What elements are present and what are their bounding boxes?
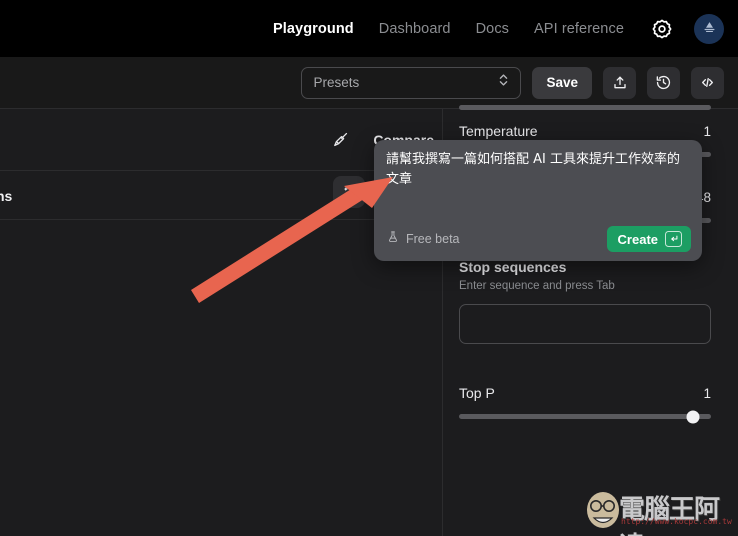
free-beta-label: Free beta: [406, 232, 460, 246]
free-beta-badge: Free beta: [386, 230, 460, 249]
enter-key-icon: [665, 231, 682, 247]
top-p-value: 1: [703, 386, 711, 401]
flask-icon: [386, 230, 400, 249]
nav-link-docs[interactable]: Docs: [476, 21, 509, 37]
top-p-slider[interactable]: [459, 410, 711, 423]
presets-label: Presets: [313, 75, 360, 90]
code-icon[interactable]: [691, 66, 724, 99]
playground-app: Playground Dashboard Docs API reference …: [0, 0, 738, 536]
broom-icon[interactable]: [329, 129, 351, 151]
save-button[interactable]: Save: [532, 66, 592, 99]
setting-stop-sequences: Stop sequences Enter sequence and press …: [459, 259, 711, 344]
prompt-text[interactable]: 請幫我撰寫一篇如何搭配 AI 工具來提升工作效率的文章: [386, 150, 690, 190]
toolbar: Presets Save: [0, 57, 738, 109]
save-button-label: Save: [546, 75, 578, 90]
top-p-header: Top P 1: [459, 385, 711, 401]
top-p-label: Top P: [459, 385, 495, 401]
temperature-label: Temperature: [459, 123, 538, 139]
setting-top-p: Top P 1: [459, 385, 711, 423]
avatar[interactable]: [694, 13, 724, 44]
upload-icon[interactable]: [603, 66, 636, 99]
gear-icon[interactable]: [650, 17, 674, 41]
popup-footer: Free beta Create: [386, 226, 691, 252]
temperature-value: 1: [703, 124, 711, 139]
create-button-label: Create: [617, 231, 658, 247]
chevron-updown-icon: [498, 72, 509, 93]
presets-select[interactable]: Presets: [301, 66, 522, 99]
instructions-label: ns: [0, 187, 13, 204]
sparkle-icon[interactable]: [333, 176, 365, 208]
nav-link-dashboard[interactable]: Dashboard: [379, 21, 451, 37]
stop-sequences-label: Stop sequences: [459, 259, 567, 275]
top-navigation-bar: Playground Dashboard Docs API reference: [0, 0, 738, 57]
create-button[interactable]: Create: [606, 226, 691, 252]
nav-link-playground[interactable]: Playground: [273, 21, 354, 37]
previous-slider-partial[interactable]: [459, 105, 711, 110]
history-icon[interactable]: [647, 66, 680, 99]
stop-sequences-input[interactable]: [459, 304, 711, 344]
nav-links: Playground Dashboard Docs API reference: [273, 21, 624, 37]
temperature-header: Temperature 1: [459, 123, 711, 139]
top-p-slider-thumb[interactable]: [686, 410, 700, 423]
nav-link-api-reference[interactable]: API reference: [534, 21, 624, 37]
stop-sequences-hint: Enter sequence and press Tab: [459, 280, 615, 292]
generate-prompt-popup: 請幫我撰寫一篇如何搭配 AI 工具來提升工作效率的文章 Free beta Cr…: [374, 140, 702, 261]
